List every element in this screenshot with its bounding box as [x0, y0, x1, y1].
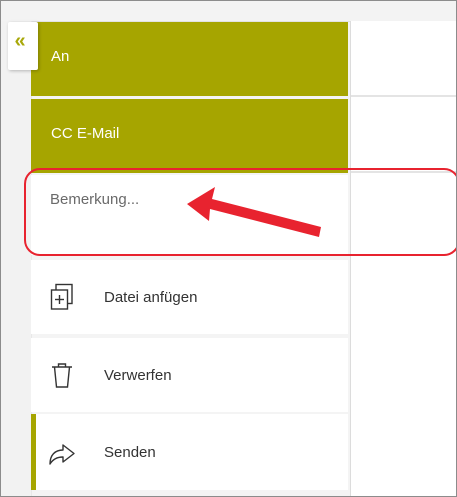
send-label: Senden [104, 443, 156, 461]
divider [351, 95, 456, 97]
attach-file-button[interactable]: Datei anfügen [31, 260, 348, 334]
discard-button[interactable]: Verwerfen [31, 338, 348, 412]
content-pane [350, 21, 456, 496]
cc-field-label: CC E-Mail [51, 125, 120, 142]
cc-email-field[interactable]: CC E-Mail [31, 99, 348, 173]
top-bar [1, 1, 456, 22]
discard-label: Verwerfen [104, 366, 172, 384]
attach-file-icon [48, 283, 76, 311]
trash-icon [48, 361, 76, 389]
send-button[interactable]: Senden [31, 414, 348, 490]
collapse-panel-button[interactable]: « [8, 22, 38, 70]
to-field-label: An [51, 48, 70, 65]
left-gutter [1, 21, 32, 496]
attach-file-label: Datei anfügen [104, 288, 198, 306]
annotation-arrow-icon [187, 187, 321, 237]
to-field[interactable]: An [31, 22, 348, 96]
app-frame: « An CC E-Mail Bemerkung... Datei anfüge… [0, 0, 457, 497]
double-chevron-left-icon: « [14, 30, 26, 52]
send-arrow-icon [48, 438, 76, 466]
